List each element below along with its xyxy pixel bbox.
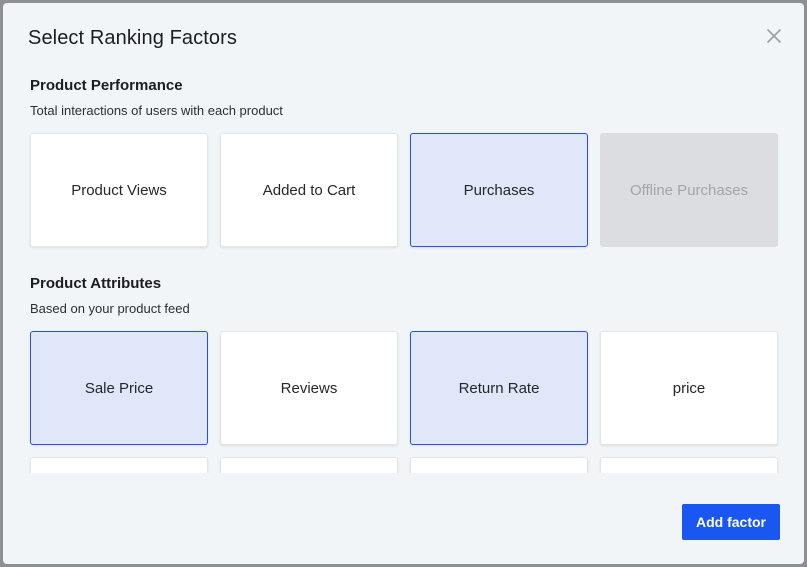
factor-card[interactable] [30, 457, 208, 473]
factor-card-purchases[interactable]: Purchases [410, 133, 588, 247]
section-subtitle-product-attributes: Based on your product feed [30, 301, 190, 316]
factor-card-added-to-cart[interactable]: Added to Cart [220, 133, 398, 247]
factor-card-offline-purchases: Offline Purchases [600, 133, 778, 247]
factor-card-price[interactable]: price [600, 331, 778, 445]
factor-card-reviews[interactable]: Reviews [220, 331, 398, 445]
factor-card[interactable] [410, 457, 588, 473]
factor-card[interactable] [600, 457, 778, 473]
factor-list[interactable]: Product Performance Total interactions o… [3, 3, 804, 473]
section-title-product-attributes: Product Attributes [30, 275, 162, 292]
factor-card-sale-price[interactable]: Sale Price [30, 331, 208, 445]
add-factor-button[interactable]: Add factor [682, 504, 780, 540]
factor-card-product-views[interactable]: Product Views [30, 133, 208, 247]
factor-card[interactable] [220, 457, 398, 473]
section-subtitle-product-performance: Total interactions of users with each pr… [30, 103, 283, 118]
ranking-factors-dialog: Select Ranking Factors Product Performan… [3, 3, 804, 564]
section-title-product-performance: Product Performance [30, 77, 183, 94]
factor-card-return-rate[interactable]: Return Rate [410, 331, 588, 445]
